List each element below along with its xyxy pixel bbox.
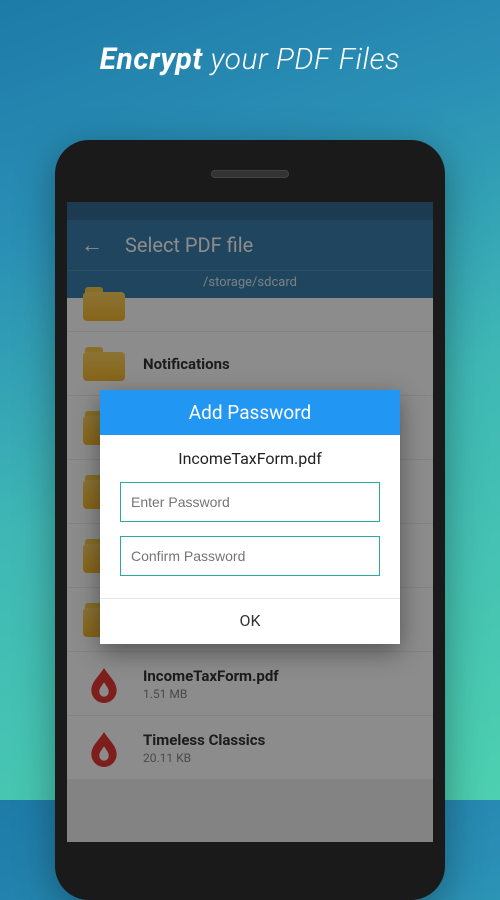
dialog-title: Add Password	[100, 390, 400, 435]
add-password-dialog: Add Password IncomeTaxForm.pdf OK	[100, 390, 400, 644]
dialog-filename: IncomeTaxForm.pdf	[120, 449, 380, 468]
marketing-headline: Encrypt your PDF Files	[0, 0, 500, 77]
phone-frame: ← Select PDF file /storage/sdcard Notifi…	[55, 140, 445, 900]
screen: ← Select PDF file /storage/sdcard Notifi…	[67, 202, 433, 842]
phone-speaker	[211, 170, 289, 178]
ok-button[interactable]: OK	[100, 598, 400, 644]
headline-strong: Encrypt	[100, 42, 203, 77]
headline-rest: your PDF Files	[203, 42, 401, 77]
confirm-password-input[interactable]	[120, 536, 380, 576]
password-input[interactable]	[120, 482, 380, 522]
